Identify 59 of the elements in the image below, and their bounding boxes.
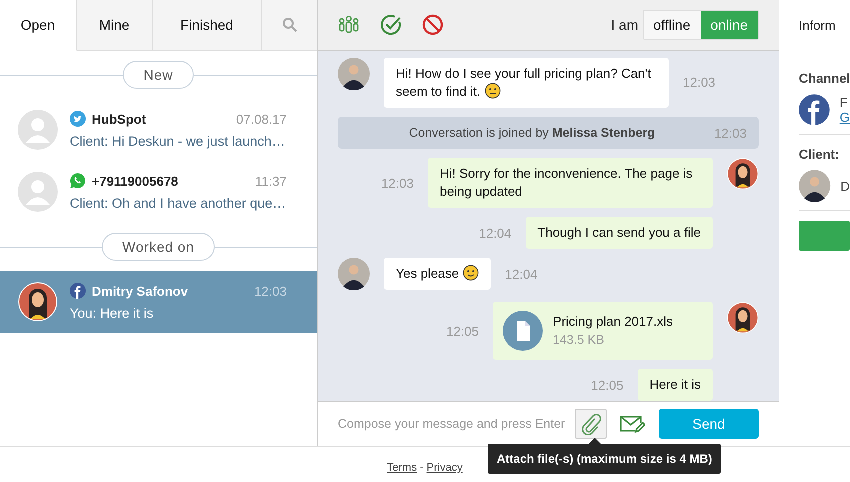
client-name: D [840, 178, 850, 194]
message-time: 12:05 [446, 324, 480, 339]
separator: - [420, 462, 424, 474]
message-bubble: Here it is [638, 369, 713, 402]
info-tab[interactable]: Inform [799, 0, 850, 51]
person-avatar-icon [799, 170, 831, 202]
footer-link[interactable]: Privacy [426, 462, 463, 474]
message-time: 12:04 [505, 266, 538, 282]
file-name: Pricing plan 2017.xls [553, 313, 673, 332]
message-bubble: Yes please [384, 258, 492, 290]
message-time: 12:04 [479, 226, 512, 241]
message-bubble: Hi! Sorry for the inconvenience. The page is being updated [428, 158, 713, 208]
contact-name: +79119005678 [92, 174, 180, 188]
conversation-item[interactable]: +79119005678 11:37 Client: Oh and I have another que… [0, 161, 317, 223]
facebook-icon [799, 94, 830, 126]
tooltip: Attach file(-s) (maximum size is 4 MB) [488, 444, 722, 474]
contact-name: HubSpot [92, 112, 148, 126]
channel-name: F [840, 95, 849, 110]
section-label: New [122, 61, 194, 89]
tooltip-arrow [589, 438, 601, 444]
message-time: 12:03 [714, 126, 747, 140]
message-preview: Client: Oh and I have another que… [70, 196, 287, 211]
message-bubble: Though I can send you a file [526, 217, 713, 250]
message-preview: You: Here it is [70, 306, 155, 321]
channel-heading: Channel [799, 71, 850, 86]
message-time: 12:05 [591, 378, 624, 393]
block-icon[interactable] [422, 14, 444, 36]
person-avatar-icon [338, 258, 370, 290]
check-circle-icon[interactable] [380, 14, 402, 36]
tab[interactable]: Finished [153, 0, 262, 51]
footer-link[interactable]: Terms [387, 462, 418, 474]
female-avatar-icon [727, 158, 759, 190]
female-avatar-icon [727, 302, 759, 334]
message-preview: Client: Hi Deskun - we just launch… [70, 134, 286, 149]
message-time: 12:03 [683, 75, 716, 90]
system-message: Conversation is joined by Melissa Stenberg [408, 126, 656, 140]
search-icon [282, 17, 298, 33]
paperclip-icon [580, 413, 602, 436]
contact-name: Dmitry Safonov [92, 284, 190, 298]
conversation-time: 11:37 [255, 174, 287, 188]
search-button[interactable] [262, 0, 317, 51]
email-edit-icon[interactable] [619, 414, 645, 434]
client-heading: Client: [799, 147, 840, 162]
file-size: 143.5 KB [553, 332, 606, 350]
message-time: 12:03 [381, 176, 414, 191]
document-icon [503, 311, 544, 352]
status-toggle[interactable]: offline [644, 10, 701, 39]
conversation-time: 12:03 [254, 284, 287, 298]
people-icon[interactable] [338, 14, 360, 35]
tab[interactable]: Mine [77, 0, 153, 51]
conversation-item[interactable]: HubSpot 07.08.17 Client: Hi Deskun - we just launch… [0, 99, 317, 161]
section-label: Worked on [102, 233, 216, 261]
person-avatar-icon [338, 58, 370, 90]
file-attachment[interactable]: Pricing plan 2017.xls 143.5 KB [493, 302, 713, 360]
attach-button[interactable] [575, 409, 607, 440]
status-label: I am [611, 16, 639, 33]
message-bubble: Hi! How do I see your full pricing plan? Can't seem to find it. [384, 58, 669, 108]
conversation-time: 07.08.17 [236, 112, 287, 126]
channel-link[interactable]: G [840, 110, 850, 125]
